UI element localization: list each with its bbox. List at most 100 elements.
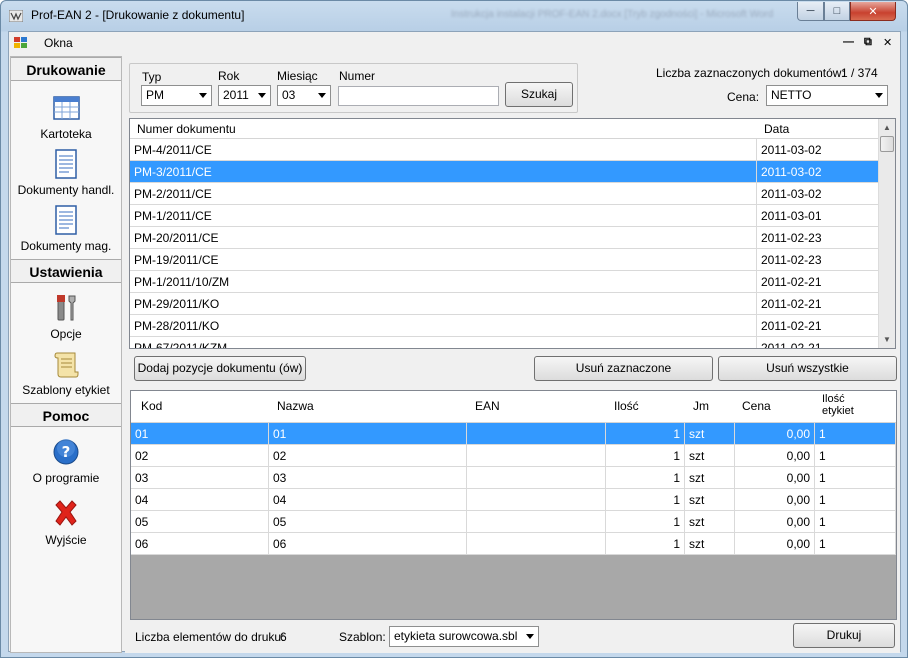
numer-input[interactable]	[338, 86, 499, 106]
document-row[interactable]: PM-20/2011/CE 2011-02-23	[130, 227, 879, 249]
document-number-cell[interactable]: PM-28/2011/KO	[130, 315, 757, 337]
child-window-icon[interactable]	[14, 37, 28, 49]
item-row[interactable]: 04 04 1 szt 0,00 1	[131, 489, 896, 511]
item-jm-cell[interactable]: szt	[685, 467, 735, 489]
item-ean-cell[interactable]	[467, 533, 606, 555]
scroll-up-icon[interactable]: ▲	[879, 119, 895, 136]
document-number-cell[interactable]: PM-20/2011/CE	[130, 227, 757, 249]
item-row[interactable]: 06 06 1 szt 0,00 1	[131, 533, 896, 555]
item-ean-cell[interactable]	[467, 489, 606, 511]
item-cena-cell[interactable]: 0,00	[735, 533, 815, 555]
document-date-cell[interactable]: 2011-02-21	[757, 315, 879, 337]
item-ean-cell[interactable]	[467, 423, 606, 445]
item-nazwa-cell[interactable]: 03	[269, 467, 467, 489]
documents-scrollbar[interactable]: ▲ ▼	[878, 119, 895, 348]
item-jm-cell[interactable]: szt	[685, 511, 735, 533]
item-etykiet-cell[interactable]: 1	[815, 445, 896, 467]
item-nazwa-cell[interactable]: 04	[269, 489, 467, 511]
col-data[interactable]: Data	[764, 122, 789, 136]
item-ilosc-cell[interactable]: 1	[606, 533, 685, 555]
close-button[interactable]: ✕	[850, 2, 896, 21]
sidebar-item-opcje[interactable]: Opcje	[11, 291, 121, 341]
miesiac-select[interactable]: 03	[277, 85, 331, 106]
document-row[interactable]: PM-29/2011/KO 2011-02-21	[130, 293, 879, 315]
document-date-cell[interactable]: 2011-03-01	[757, 205, 879, 227]
item-jm-cell[interactable]: szt	[685, 423, 735, 445]
document-number-cell[interactable]: PM-67/2011/KZM	[130, 337, 757, 348]
document-number-cell[interactable]: PM-19/2011/CE	[130, 249, 757, 271]
item-kod-cell[interactable]: 06	[131, 533, 269, 555]
child-minimize-icon[interactable]: —	[843, 36, 854, 48]
col-numer-dokumentu[interactable]: Numer dokumentu	[137, 122, 236, 136]
col-nazwa[interactable]: Nazwa	[277, 399, 314, 413]
rok-select[interactable]: 2011	[218, 85, 271, 106]
item-kod-cell[interactable]: 01	[131, 423, 269, 445]
item-jm-cell[interactable]: szt	[685, 489, 735, 511]
sidebar-item-dokumenty-handl[interactable]: Dokumenty handl.	[11, 147, 121, 197]
item-row[interactable]: 03 03 1 szt 0,00 1	[131, 467, 896, 489]
child-restore-icon[interactable]: ⧉	[864, 36, 872, 49]
col-jm[interactable]: Jm	[693, 399, 709, 413]
item-row[interactable]: 02 02 1 szt 0,00 1	[131, 445, 896, 467]
scroll-thumb[interactable]	[880, 136, 894, 152]
item-cena-cell[interactable]: 0,00	[735, 467, 815, 489]
item-etykiet-cell[interactable]: 1	[815, 533, 896, 555]
document-date-cell[interactable]: 2011-03-02	[757, 139, 879, 161]
document-number-cell[interactable]: PM-29/2011/KO	[130, 293, 757, 315]
search-button[interactable]: Szukaj	[505, 82, 573, 107]
item-ilosc-cell[interactable]: 1	[606, 445, 685, 467]
item-ilosc-cell[interactable]: 1	[606, 423, 685, 445]
document-row[interactable]: PM-2/2011/CE 2011-03-02	[130, 183, 879, 205]
item-nazwa-cell[interactable]: 05	[269, 511, 467, 533]
item-row[interactable]: 01 01 1 szt 0,00 1	[131, 423, 896, 445]
items-grid[interactable]: Kod Nazwa EAN Ilość Jm Cena Ilość etykie…	[130, 390, 897, 620]
remove-all-button[interactable]: Usuń wszystkie	[718, 356, 897, 381]
item-kod-cell[interactable]: 04	[131, 489, 269, 511]
col-cena[interactable]: Cena	[742, 399, 771, 413]
document-number-cell[interactable]: PM-2/2011/CE	[130, 183, 757, 205]
document-date-cell[interactable]: 2011-03-02	[757, 161, 879, 183]
item-etykiet-cell[interactable]: 1	[815, 423, 896, 445]
documents-grid[interactable]: Numer dokumentu Data PM-4/2011/CE 2011-03…	[129, 118, 896, 349]
item-kod-cell[interactable]: 03	[131, 467, 269, 489]
add-document-items-button[interactable]: Dodaj pozycje dokumentu (ów)	[134, 356, 306, 381]
item-cena-cell[interactable]: 0,00	[735, 511, 815, 533]
col-kod[interactable]: Kod	[141, 399, 162, 413]
item-nazwa-cell[interactable]: 01	[269, 423, 467, 445]
szablon-select[interactable]: etykieta surowcowa.sbl	[389, 626, 539, 647]
document-date-cell[interactable]: 2011-02-21	[757, 337, 879, 348]
item-etykiet-cell[interactable]: 1	[815, 467, 896, 489]
item-ean-cell[interactable]	[467, 467, 606, 489]
document-number-cell[interactable]: PM-3/2011/CE	[130, 161, 757, 183]
document-row[interactable]: PM-28/2011/KO 2011-02-21	[130, 315, 879, 337]
col-ilosc-etykiet[interactable]: Ilość etykiet	[822, 393, 876, 417]
document-number-cell[interactable]: PM-1/2011/10/ZM	[130, 271, 757, 293]
item-ean-cell[interactable]	[467, 445, 606, 467]
item-jm-cell[interactable]: szt	[685, 445, 735, 467]
cena-select[interactable]: NETTO	[766, 85, 888, 106]
maximize-button[interactable]: □	[824, 2, 850, 21]
item-cena-cell[interactable]: 0,00	[735, 423, 815, 445]
item-jm-cell[interactable]: szt	[685, 533, 735, 555]
document-row[interactable]: PM-1/2011/CE 2011-03-01	[130, 205, 879, 227]
document-number-cell[interactable]: PM-1/2011/CE	[130, 205, 757, 227]
item-etykiet-cell[interactable]: 1	[815, 511, 896, 533]
document-date-cell[interactable]: 2011-02-23	[757, 227, 879, 249]
remove-selected-button[interactable]: Usuń zaznaczone	[534, 356, 713, 381]
document-date-cell[interactable]: 2011-02-21	[757, 271, 879, 293]
document-date-cell[interactable]: 2011-02-23	[757, 249, 879, 271]
document-date-cell[interactable]: 2011-02-21	[757, 293, 879, 315]
sidebar-item-szablony-etykiet[interactable]: Szablony etykiet	[11, 347, 121, 397]
menu-okna[interactable]: Okna	[44, 36, 73, 50]
item-cena-cell[interactable]: 0,00	[735, 489, 815, 511]
document-row[interactable]: PM-19/2011/CE 2011-02-23	[130, 249, 879, 271]
item-cena-cell[interactable]: 0,00	[735, 445, 815, 467]
child-close-icon[interactable]: ✕	[883, 36, 892, 49]
item-kod-cell[interactable]: 02	[131, 445, 269, 467]
document-row[interactable]: PM-67/2011/KZM 2011-02-21	[130, 337, 879, 348]
item-ilosc-cell[interactable]: 1	[606, 467, 685, 489]
item-ean-cell[interactable]	[467, 511, 606, 533]
scroll-down-icon[interactable]: ▼	[879, 331, 895, 348]
item-ilosc-cell[interactable]: 1	[606, 511, 685, 533]
item-nazwa-cell[interactable]: 06	[269, 533, 467, 555]
